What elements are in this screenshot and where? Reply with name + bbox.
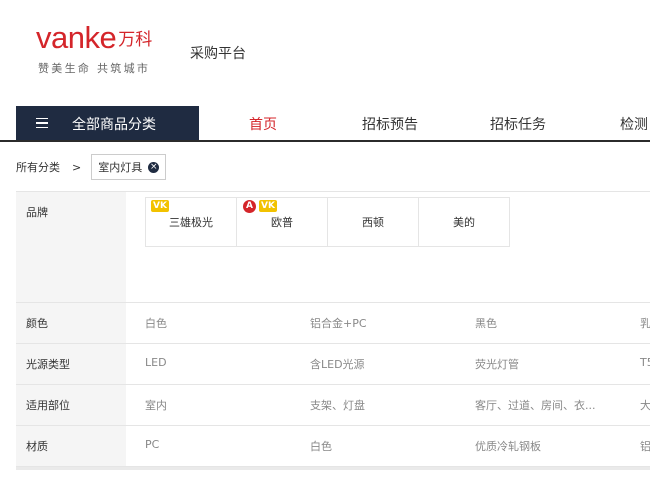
main-nav: 全部商品分类 首页 招标预告 招标任务 检测 bbox=[0, 106, 650, 142]
filter-value[interactable]: 优质冷轧钢板 bbox=[475, 438, 541, 454]
selected-category-tag: 室内灯具 × bbox=[91, 154, 167, 180]
a-badge-icon: A bbox=[243, 200, 256, 213]
nav-home[interactable]: 首页 bbox=[249, 114, 277, 134]
breadcrumb-arrow-icon: > bbox=[72, 160, 82, 174]
filter-value[interactable]: 荧光灯管 bbox=[475, 356, 519, 372]
filter-row-material: 材质 PC 白色 优质冷轧钢板 铝 bbox=[16, 426, 650, 467]
brand-options: VK 三雄极光 A VK 欧普 西顿 美的 bbox=[126, 192, 650, 302]
breadcrumb-root[interactable]: 所有分类 bbox=[16, 159, 60, 175]
header: vanke 万科 赞美生命 共筑城市 采购平台 bbox=[0, 0, 650, 100]
breadcrumb: 所有分类 > 室内灯具 × bbox=[16, 154, 167, 180]
filter-value[interactable]: LED bbox=[145, 356, 167, 369]
filter-value[interactable]: 铝 bbox=[640, 438, 650, 454]
filter-value[interactable]: 大 bbox=[640, 397, 650, 413]
filter-row-location: 适用部位 室内 支架、灯盘 客厅、过道、房间、衣... 大 bbox=[16, 385, 650, 426]
all-categories-label: 全部商品分类 bbox=[72, 117, 156, 133]
filter-value[interactable]: 铝合金+PC bbox=[310, 315, 367, 331]
filter-value[interactable]: 客厅、过道、房间、衣... bbox=[475, 397, 596, 413]
filter-value[interactable]: 室内 bbox=[145, 397, 167, 413]
filter-value[interactable]: 白色 bbox=[145, 315, 167, 331]
filter-label: 材质 bbox=[16, 426, 126, 466]
filter-value[interactable]: 白色 bbox=[310, 438, 332, 454]
platform-title: 采购平台 bbox=[190, 46, 246, 62]
logo-text: vanke bbox=[36, 20, 117, 55]
filter-row-brand: 品牌 VK 三雄极光 A VK 欧普 西顿 美的 bbox=[16, 192, 650, 303]
brand-name: 三雄极光 bbox=[169, 216, 213, 229]
filter-value[interactable]: 含LED光源 bbox=[310, 356, 365, 372]
filter-label: 光源类型 bbox=[16, 344, 126, 384]
filter-value[interactable]: T5 bbox=[640, 356, 650, 369]
divider bbox=[16, 467, 650, 470]
menu-icon bbox=[36, 118, 48, 128]
logo-cn: 万科 bbox=[118, 30, 153, 50]
filter-label: 适用部位 bbox=[16, 385, 126, 425]
brand-option[interactable]: 美的 bbox=[418, 197, 510, 247]
filter-value[interactable]: 支架、灯盘 bbox=[310, 397, 365, 413]
selected-category-label: 室内灯具 bbox=[98, 161, 143, 174]
all-categories-button[interactable]: 全部商品分类 bbox=[16, 106, 199, 140]
brand-name: 欧普 bbox=[271, 216, 293, 229]
nav-tender-tasks[interactable]: 招标任务 bbox=[490, 114, 546, 134]
nav-inspection[interactable]: 检测 bbox=[620, 114, 648, 134]
vanke-logo[interactable]: vanke 万科 赞美生命 共筑城市 bbox=[36, 20, 153, 75]
filter-table: 品牌 VK 三雄极光 A VK 欧普 西顿 美的 颜色 白色 铝合金+PC 黑色 bbox=[16, 191, 650, 467]
brand-name: 美的 bbox=[453, 216, 475, 229]
filter-value[interactable]: 黑色 bbox=[475, 315, 497, 331]
vk-badge-icon: VK bbox=[259, 200, 277, 212]
filter-value[interactable]: 乳 bbox=[640, 315, 650, 331]
filter-row-light-source: 光源类型 LED 含LED光源 荧光灯管 T5 bbox=[16, 344, 650, 385]
filter-label: 颜色 bbox=[16, 303, 126, 343]
nav-tender-preview[interactable]: 招标预告 bbox=[362, 114, 418, 134]
brand-option[interactable]: VK 三雄极光 bbox=[145, 197, 237, 247]
filter-label: 品牌 bbox=[16, 192, 126, 302]
filter-row-color: 颜色 白色 铝合金+PC 黑色 乳 bbox=[16, 303, 650, 344]
brand-option[interactable]: A VK 欧普 bbox=[236, 197, 328, 247]
vk-badge-icon: VK bbox=[151, 200, 169, 212]
filter-value[interactable]: PC bbox=[145, 438, 159, 451]
close-icon[interactable]: × bbox=[148, 161, 160, 173]
brand-option[interactable]: 西顿 bbox=[327, 197, 419, 247]
brand-name: 西顿 bbox=[362, 216, 384, 229]
